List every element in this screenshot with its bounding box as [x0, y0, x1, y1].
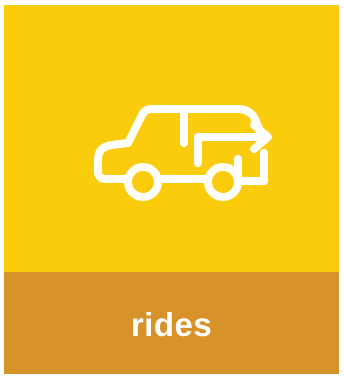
- car-arrow-icon: [94, 105, 272, 201]
- tile-icon-area: [4, 5, 339, 272]
- rides-tile[interactable]: rides: [4, 5, 339, 374]
- tile-label: rides: [130, 306, 213, 343]
- tile-label-bar: rides: [4, 272, 339, 374]
